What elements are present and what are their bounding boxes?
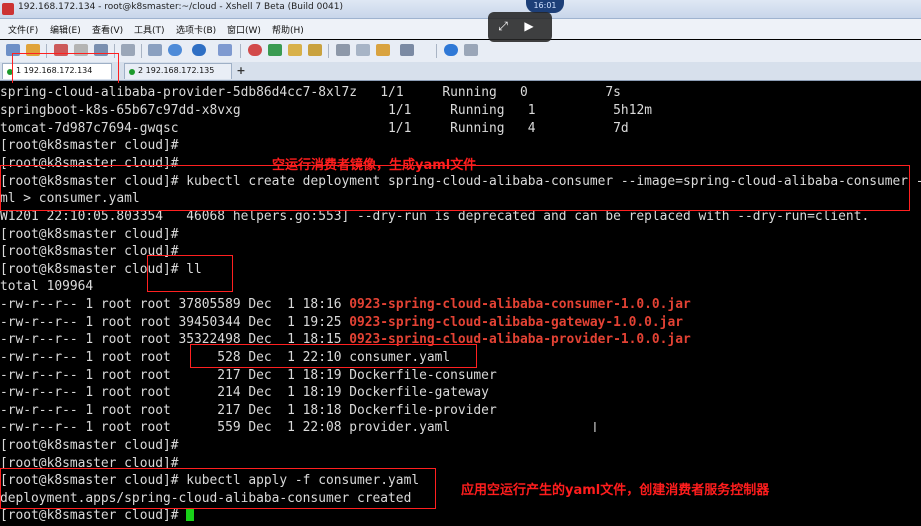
screen-capture-overlay: ⤢ ▶	[488, 12, 552, 42]
toolbar-separator	[240, 44, 241, 58]
globe-icon[interactable]	[168, 44, 182, 56]
apply-command-highlight-box	[0, 468, 436, 509]
tab-highlight-box	[12, 53, 119, 84]
toolbar-separator	[328, 44, 329, 58]
file-row: -rw-r--r-- 1 root root 37805589 Dec 1 18…	[0, 297, 691, 312]
apply-annotation: 应用空运行产生的yaml文件，创建消费者服务控制器	[461, 483, 770, 498]
pod-row: springboot-k8s-65b67c97dd-x8vxg 1/1 Runn…	[0, 103, 652, 118]
tunnel-icon[interactable]	[268, 44, 282, 56]
font-icon[interactable]	[218, 44, 232, 56]
menu-tabs[interactable]: 选项卡(B)	[176, 23, 216, 36]
file-row: -rw-r--r-- 1 root root 39450344 Dec 1 19…	[0, 315, 683, 330]
find-icon[interactable]	[148, 44, 162, 56]
highlight-icon[interactable]	[376, 44, 390, 56]
prompt-line: [root@k8smaster cloud]#	[0, 227, 179, 242]
ll-command-highlight-box	[147, 255, 233, 292]
script-icon[interactable]	[288, 44, 302, 56]
copy-icon[interactable]	[121, 44, 135, 56]
current-prompt-line: [root@k8smaster cloud]#	[0, 507, 195, 525]
layout-icon[interactable]	[400, 44, 414, 56]
create-command-highlight-box	[0, 165, 910, 211]
expand-icon[interactable]: ⤢	[496, 19, 510, 33]
xshell-app-icon	[2, 3, 14, 15]
xftp-icon[interactable]	[248, 44, 262, 56]
menu-tools[interactable]: 工具(T)	[134, 23, 165, 36]
toolbar-separator	[141, 44, 142, 58]
file-row: -rw-r--r-- 1 root root 217 Dec 1 18:18 D…	[0, 403, 497, 418]
keyboard-icon[interactable]	[336, 44, 350, 56]
window-title: 192.168.172.134 - root@k8smaster:~/cloud…	[18, 2, 344, 12]
video-icon[interactable]: ▶	[522, 19, 536, 33]
terminal-output[interactable]: spring-cloud-alibaba-provider-5db86d4cc7…	[0, 83, 921, 526]
pod-row: spring-cloud-alibaba-provider-5db86d4cc7…	[0, 85, 621, 100]
menu-view[interactable]: 查看(V)	[92, 23, 123, 36]
title-bar: 192.168.172.134 - root@k8smaster:~/cloud…	[0, 0, 921, 19]
session-tab-bar: 1 192.168.172.134 2 192.168.172.135 +	[0, 62, 921, 81]
color-scheme-icon[interactable]	[192, 44, 206, 56]
comment-icon[interactable]	[464, 44, 478, 56]
menu-file[interactable]: 文件(F)	[8, 23, 38, 36]
pod-row: tomcat-7d987c7694-gwqsc 1/1 Running 4 7d	[0, 121, 629, 136]
tab-session-2[interactable]: 2 192.168.172.135	[124, 63, 232, 79]
lock-icon[interactable]	[308, 44, 322, 56]
file-row: -rw-r--r-- 1 root root 214 Dec 1 18:19 D…	[0, 385, 489, 400]
prompt-line: [root@k8smaster cloud]#	[0, 138, 179, 153]
menu-window[interactable]: 窗口(W)	[227, 23, 261, 36]
file-row: -rw-r--r-- 1 root root 559 Dec 1 22:08 p…	[0, 420, 451, 435]
compose-icon[interactable]	[356, 44, 370, 56]
toolbar-separator	[436, 44, 437, 58]
help-icon[interactable]	[444, 44, 458, 56]
menu-edit[interactable]: 编辑(E)	[50, 23, 81, 36]
terminal-cursor	[186, 508, 195, 521]
file-row: -rw-r--r-- 1 root root 217 Dec 1 18:19 D…	[0, 368, 497, 383]
consumer-yaml-highlight-box	[190, 344, 477, 368]
total-line: total 109964	[0, 279, 94, 294]
menu-help[interactable]: 帮助(H)	[272, 23, 304, 36]
tab-label: 2 192.168.172.135	[138, 66, 215, 75]
prompt-line: [root@k8smaster cloud]#	[0, 438, 179, 453]
add-tab-button[interactable]: +	[234, 63, 248, 79]
mouse-ibeam-icon: I	[593, 421, 597, 436]
menu-bar: 文件(F) 编辑(E) 查看(V) 工具(T) 选项卡(B) 窗口(W) 帮助(…	[0, 19, 921, 39]
connected-status-icon	[129, 69, 135, 75]
toolbar	[0, 40, 921, 63]
